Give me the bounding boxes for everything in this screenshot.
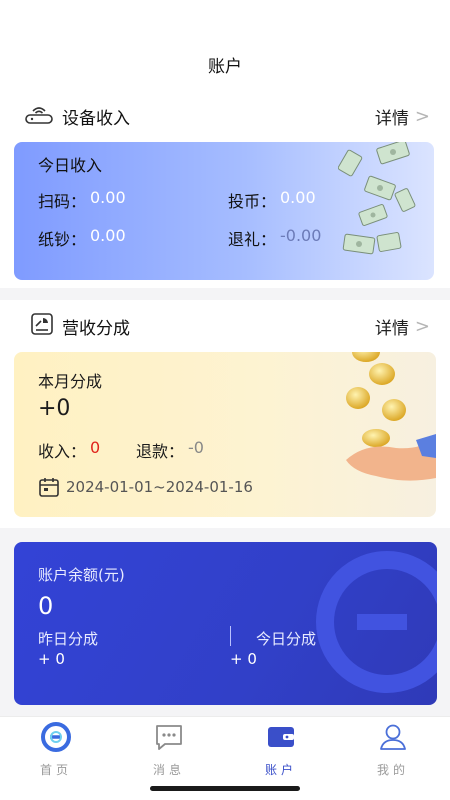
- report-icon: [30, 312, 54, 340]
- detail-label: 详情: [374, 318, 409, 339]
- page-title: 账户: [208, 57, 242, 77]
- revenue-share-detail-button[interactable]: 详情 >: [375, 314, 430, 339]
- coin-value: 0.00: [280, 188, 316, 207]
- tab-account[interactable]: 账户: [251, 721, 311, 781]
- scan-label: 扫码：: [38, 192, 87, 211]
- detail-label: 详情: [374, 108, 409, 129]
- tab-label: 我的: [376, 763, 409, 777]
- watermark-logo-icon: [297, 542, 437, 705]
- balance-title: 账户余额(元): [38, 566, 125, 584]
- device-income-title: 设备收入: [62, 108, 130, 129]
- revenue-share-section: 营收分成 详情 > 本月分成 +0 收入： 0 退款： -0 2024-01-0…: [0, 300, 450, 528]
- tab-label: 账户: [264, 763, 297, 777]
- yesterday-share-value: + 0: [38, 650, 65, 668]
- refund-gift-label: 退礼：: [228, 230, 277, 249]
- today-income-title: 今日收入: [38, 156, 103, 175]
- account-balance-card: 账户余额(元) 0 昨日分成 + 0 今日分成 + 0: [14, 542, 437, 705]
- monthly-share-card: 本月分成 +0 收入： 0 退款： -0 2024-01-01~2024-01-…: [14, 352, 436, 517]
- income-value: 0: [90, 438, 101, 457]
- today-income-card: 今日收入 扫码： 0.00 投币： 0.00 纸钞： 0.00 退礼： -0.0…: [14, 142, 434, 280]
- tab-home[interactable]: 首页: [26, 721, 86, 781]
- revenue-share-title: 营收分成: [62, 318, 130, 339]
- balance-amount: 0: [38, 592, 54, 620]
- message-icon: [153, 721, 185, 757]
- device-income-detail-button[interactable]: 详情 >: [375, 104, 430, 129]
- wallet-icon: [265, 721, 297, 757]
- refund-label: 退款：: [136, 442, 185, 461]
- router-icon: [24, 102, 54, 130]
- tab-profile[interactable]: 我的: [363, 721, 423, 781]
- chevron-right-icon: >: [414, 105, 430, 127]
- header: 账户: [0, 0, 450, 94]
- revenue-share-header: 营收分成 详情 >: [0, 304, 450, 348]
- tab-label: 首页: [39, 763, 72, 777]
- coins-hand-icon: [336, 352, 436, 492]
- today-share-label: 今日分成: [256, 630, 317, 648]
- device-income-header: 设备收入 详情 >: [0, 94, 450, 138]
- today-share-value: + 0: [230, 650, 257, 668]
- cash-value: 0.00: [90, 226, 126, 245]
- date-range: 2024-01-01~2024-01-16: [66, 478, 253, 496]
- tab-messages[interactable]: 消息: [139, 721, 199, 781]
- user-icon: [377, 721, 409, 757]
- coin-label: 投币：: [228, 192, 277, 211]
- refund-value: -0: [188, 438, 204, 457]
- monthly-share-amount: +0: [38, 396, 71, 421]
- home-indicator: [150, 786, 300, 791]
- divider: [230, 626, 231, 646]
- money-bills-icon: [337, 142, 422, 280]
- calendar-icon: [38, 476, 60, 502]
- tab-label: 消息: [152, 763, 185, 777]
- monthly-share-title: 本月分成: [38, 372, 103, 391]
- yesterday-share-label: 昨日分成: [38, 630, 99, 648]
- refund-gift-value: -0.00: [280, 226, 322, 245]
- cash-label: 纸钞：: [38, 230, 87, 249]
- chevron-right-icon: >: [414, 315, 430, 337]
- home-logo-icon: [40, 721, 72, 757]
- income-label: 收入：: [38, 442, 87, 461]
- device-income-section: 设备收入 详情 > 今日收入 扫码： 0.00 投币： 0.00 纸钞： 0.0…: [0, 94, 450, 288]
- scan-value: 0.00: [90, 188, 126, 207]
